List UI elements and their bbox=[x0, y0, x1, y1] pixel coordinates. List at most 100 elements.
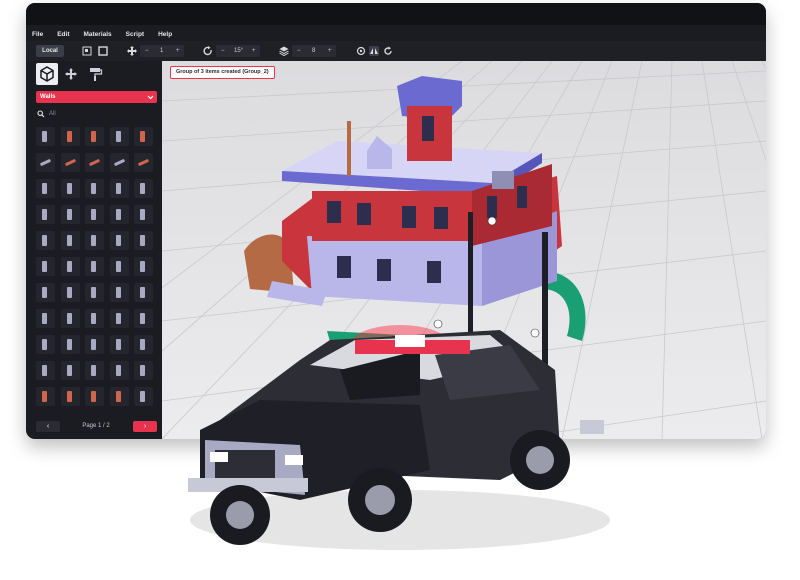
asset-tile[interactable] bbox=[36, 334, 55, 354]
asset-tile[interactable] bbox=[134, 256, 153, 276]
asset-tile[interactable] bbox=[109, 334, 129, 354]
orbit-icon[interactable] bbox=[356, 46, 366, 56]
move-snap-icon[interactable] bbox=[127, 46, 137, 56]
asset-tile[interactable] bbox=[85, 282, 104, 302]
menu-edit[interactable]: Edit bbox=[57, 28, 69, 42]
local-space-button[interactable]: Local bbox=[36, 45, 64, 57]
asset-tile[interactable] bbox=[134, 127, 153, 146]
bounds-icon[interactable] bbox=[98, 46, 108, 56]
asset-search[interactable]: All bbox=[36, 108, 157, 120]
asset-tile[interactable] bbox=[109, 127, 129, 146]
asset-tile[interactable] bbox=[85, 152, 104, 172]
category-dropdown[interactable]: Walls bbox=[36, 91, 157, 103]
asset-tile[interactable] bbox=[36, 152, 55, 172]
asset-tile[interactable] bbox=[109, 178, 129, 198]
rotate-step-decrement[interactable]: − bbox=[221, 45, 225, 57]
asset-tile[interactable] bbox=[134, 204, 153, 224]
cube-icon[interactable] bbox=[36, 63, 58, 85]
mirror-icon[interactable] bbox=[369, 46, 379, 56]
layer-stepper[interactable]: − 8 + bbox=[292, 45, 336, 57]
asset-tile[interactable] bbox=[134, 178, 153, 198]
asset-tile[interactable] bbox=[85, 230, 104, 250]
move-step-increment[interactable]: + bbox=[176, 45, 180, 57]
asset-tile[interactable] bbox=[109, 152, 129, 172]
wall-piece-icon bbox=[42, 338, 47, 350]
menu-help[interactable]: Help bbox=[158, 28, 172, 42]
asset-tile[interactable] bbox=[109, 386, 129, 406]
wall-piece-icon bbox=[91, 182, 96, 194]
asset-tile[interactable] bbox=[134, 282, 153, 302]
asset-tile[interactable] bbox=[36, 230, 55, 250]
asset-tile[interactable] bbox=[36, 282, 55, 302]
wall-piece-icon bbox=[91, 131, 96, 142]
asset-tile[interactable] bbox=[109, 230, 129, 250]
asset-tile[interactable] bbox=[60, 386, 80, 406]
rotate-step-value: 15° bbox=[234, 48, 244, 54]
asset-tile[interactable] bbox=[36, 308, 55, 328]
paint-roller-icon[interactable] bbox=[84, 63, 106, 85]
move-icon[interactable] bbox=[60, 63, 82, 85]
asset-tile[interactable] bbox=[60, 127, 80, 146]
asset-tile[interactable] bbox=[36, 178, 55, 198]
prev-page-button[interactable]: ‹ bbox=[36, 421, 60, 432]
layer-decrement[interactable]: − bbox=[297, 45, 301, 57]
asset-tile[interactable] bbox=[60, 282, 80, 302]
asset-tile[interactable] bbox=[85, 360, 104, 380]
move-step-decrement[interactable]: − bbox=[145, 45, 149, 57]
layers-icon[interactable] bbox=[279, 46, 289, 57]
asset-panel: Walls All ‹ Page 1 / 2 › bbox=[32, 61, 160, 435]
asset-tile[interactable] bbox=[134, 230, 153, 250]
asset-tile[interactable] bbox=[36, 386, 55, 406]
asset-tile[interactable] bbox=[85, 127, 104, 146]
search-input[interactable]: All bbox=[49, 108, 56, 120]
asset-tile[interactable] bbox=[109, 204, 129, 224]
asset-tile[interactable] bbox=[60, 256, 80, 276]
next-page-button[interactable]: › bbox=[133, 421, 157, 432]
menu-materials[interactable]: Materials bbox=[83, 28, 111, 42]
asset-tile[interactable] bbox=[36, 256, 55, 276]
asset-tile[interactable] bbox=[85, 308, 104, 328]
asset-tile[interactable] bbox=[85, 204, 104, 224]
asset-tile[interactable] bbox=[134, 152, 153, 172]
asset-tile[interactable] bbox=[36, 204, 55, 224]
3d-viewport[interactable]: Group of 3 items created (Group_2) bbox=[162, 61, 766, 439]
asset-tile[interactable] bbox=[134, 308, 153, 328]
menu-script[interactable]: Script bbox=[126, 28, 144, 42]
asset-tile[interactable] bbox=[85, 256, 104, 276]
rotate-snap-icon[interactable] bbox=[203, 46, 213, 56]
asset-tile[interactable] bbox=[134, 334, 153, 354]
asset-tile[interactable] bbox=[60, 230, 80, 250]
wall-piece-icon bbox=[91, 338, 96, 350]
house-model[interactable] bbox=[162, 61, 766, 439]
asset-tile[interactable] bbox=[60, 204, 80, 224]
layer-increment[interactable]: + bbox=[328, 45, 332, 57]
asset-tile[interactable] bbox=[60, 178, 80, 198]
wall-piece-icon bbox=[66, 182, 72, 194]
asset-tile[interactable] bbox=[134, 386, 153, 406]
asset-tile[interactable] bbox=[36, 127, 55, 146]
asset-tile[interactable] bbox=[85, 334, 104, 354]
asset-tile[interactable] bbox=[36, 360, 55, 380]
asset-tile[interactable] bbox=[85, 178, 104, 198]
move-step-stepper[interactable]: − 1 + bbox=[140, 45, 184, 57]
rotate-step-stepper[interactable]: − 15° + bbox=[216, 45, 260, 57]
wall-piece-icon bbox=[140, 390, 145, 402]
menu-file[interactable]: File bbox=[32, 28, 43, 42]
asset-tile[interactable] bbox=[109, 282, 129, 302]
wall-piece-icon bbox=[42, 131, 47, 142]
asset-tile[interactable] bbox=[109, 360, 129, 380]
asset-tile[interactable] bbox=[109, 308, 129, 328]
asset-tile[interactable] bbox=[60, 360, 80, 380]
rotate-step-increment[interactable]: + bbox=[252, 45, 256, 57]
asset-tile[interactable] bbox=[60, 334, 80, 354]
asset-tile[interactable] bbox=[60, 152, 80, 172]
wall-piece-icon bbox=[66, 390, 72, 402]
asset-tile[interactable] bbox=[60, 308, 80, 328]
reset-icon[interactable] bbox=[383, 46, 393, 56]
asset-tile[interactable] bbox=[85, 386, 104, 406]
wall-piece-icon bbox=[140, 286, 145, 298]
asset-tile[interactable] bbox=[134, 360, 153, 380]
asset-tile[interactable] bbox=[109, 256, 129, 276]
wall-piece-icon bbox=[91, 312, 96, 324]
pivot-icon[interactable] bbox=[82, 46, 92, 56]
